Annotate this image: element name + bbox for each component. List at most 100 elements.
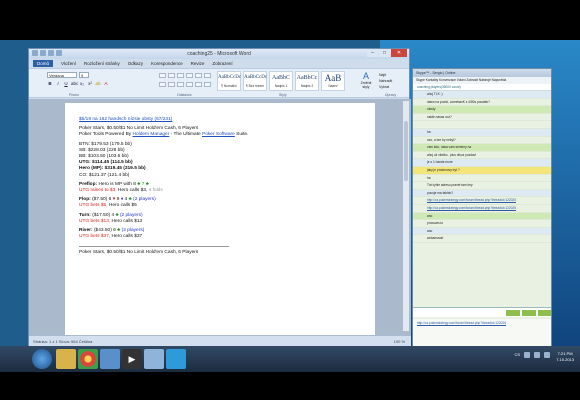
change-styles-button[interactable]: A Změnit styly [357, 71, 375, 91]
explorer-icon[interactable] [56, 349, 76, 369]
chat-message [413, 121, 551, 129]
stack-line: UTG: $114.45 (114.5 bb) [79, 160, 133, 166]
holdem-manager-link[interactable]: Holdem Manager [133, 132, 170, 137]
skype-taskbar-icon[interactable] [166, 349, 186, 369]
preflop-label: Preflop: [79, 181, 98, 187]
strikethrough-button[interactable]: abc [71, 81, 78, 87]
word-window-title: coaching25 - Microsoft Word [187, 51, 251, 57]
network-icon[interactable] [534, 352, 540, 358]
hand-link[interactable]: $5/19 na 162 handsch nízsie obsty (57/23… [79, 117, 172, 122]
style-heading-1[interactable]: AaBbC Nadpis 1 [269, 71, 293, 91]
numbering-button[interactable] [168, 73, 175, 78]
document-content: $5/19 na 162 handsch nízsie obsty (57/23… [79, 117, 349, 260]
align-left-button[interactable] [159, 82, 166, 87]
stack-line: SB: $228.03 (228 bb) [79, 147, 125, 153]
increase-indent-button[interactable] [195, 73, 202, 78]
tab-file[interactable]: Domů [33, 60, 54, 67]
chrome-icon[interactable] [78, 349, 98, 369]
sort-button[interactable] [204, 73, 211, 78]
close-button[interactable]: ✕ [391, 49, 407, 57]
style-sample: AaBbC [272, 75, 290, 81]
shading-button[interactable] [204, 82, 211, 87]
vertical-scrollbar[interactable] [403, 101, 409, 331]
select-button[interactable]: Vybrat [379, 84, 392, 90]
ribbon-tabs: Domů Vložení Rozložení stránky Odkazy Ko… [29, 59, 409, 68]
chat-message: wokamaost [413, 235, 551, 243]
word-taskbar-icon[interactable] [100, 349, 120, 369]
hand-intro: Poker Stars, $0.50/$1 No Limit Hold'em C… [79, 126, 199, 132]
minimize-button[interactable]: – [367, 49, 378, 57]
volume-icon[interactable] [544, 352, 550, 358]
poker-software-link[interactable]: Poker Software [202, 132, 235, 137]
stack-line: CO: $121.37 (121.4 bb) [79, 172, 130, 178]
tab-mailings[interactable]: Korespondence [151, 61, 183, 66]
bold-button[interactable]: B [47, 81, 53, 87]
highlight-button[interactable]: ab [95, 81, 101, 87]
chat-message: ha [413, 128, 551, 137]
chat-message: ahoj TLK :) [413, 91, 551, 99]
align-right-button[interactable] [177, 82, 184, 87]
preflop-text: Hero is MP with 8 [97, 181, 138, 187]
turn-call: Hero calls $13 [111, 218, 143, 224]
justify-button[interactable] [186, 82, 193, 87]
tab-review[interactable]: Revize [191, 61, 205, 66]
tab-view[interactable]: Zobrazení [212, 61, 232, 66]
line-spacing-button[interactable] [195, 82, 202, 87]
tray-icon[interactable] [524, 352, 530, 358]
flop-block: Flop: ($7.50) 6 ♥ 9 ♦ 4 ♣ (2 players) UT… [79, 197, 156, 209]
bullets-button[interactable] [159, 73, 166, 78]
chat-message: catde nasas voz? [413, 114, 551, 122]
superscript-button[interactable]: x² [87, 81, 93, 87]
start-button[interactable] [32, 349, 52, 369]
system-tray: CS [514, 352, 550, 358]
align-center-button[interactable] [168, 82, 175, 87]
maximize-button[interactable]: □ [379, 49, 390, 57]
font-name-select[interactable]: Verdana [47, 72, 77, 78]
skype-menubar[interactable]: Skype Kontakty Konverzace Volání Zobrazi… [413, 77, 551, 84]
tab-page-layout[interactable]: Rozložení stránky [84, 61, 120, 66]
clock[interactable]: 7:21 PM 7.10.2013 [556, 351, 574, 363]
emoticon-button[interactable] [506, 310, 520, 316]
font-color-button[interactable]: A [103, 81, 109, 87]
tab-insert[interactable]: Vložení [61, 61, 76, 66]
chat-message[interactable]: http://cz.pokerstrategy.com/forum/thread… [413, 205, 551, 213]
scrollbar-thumb[interactable] [404, 121, 408, 181]
italic-button[interactable]: I [55, 81, 61, 87]
stack-line: BB: $103.50 (103.5 bb) [79, 154, 129, 160]
lang-indicator[interactable]: CS [514, 352, 520, 358]
subscript-button[interactable]: x₂ [79, 81, 85, 87]
media-player-icon[interactable]: ▶ [122, 349, 142, 369]
word-titlebar[interactable]: coaching25 - Microsoft Word – □ ✕ [29, 49, 409, 59]
style-normal[interactable]: AaBbCcDc ¶ Normální [217, 71, 241, 91]
turn-label: Turn: [79, 212, 91, 218]
underline-button[interactable]: U [63, 81, 69, 87]
tools-text-pre: Poker Tools Powered By [79, 132, 133, 138]
chat-input-bar[interactable] [413, 307, 551, 317]
desktop: coaching25 - Microsoft Word – □ ✕ Domů V… [0, 40, 580, 372]
separator-line [79, 246, 229, 248]
style-title[interactable]: AaB Název [321, 71, 345, 91]
send-file-button[interactable] [522, 310, 536, 316]
change-styles-icon: A [362, 71, 369, 81]
decrease-indent-button[interactable] [186, 73, 193, 78]
multilevel-list-button[interactable] [177, 73, 184, 78]
status-info: Stránka: 1 z 1 Slova: 564 Čeština [33, 339, 93, 344]
taskbar: ▶ CS 7:21 PM 7.10.2013 [0, 346, 580, 372]
club-suit-icon: ♣ [115, 212, 119, 218]
chat-message: procuam-tz [413, 220, 551, 228]
font-size-select[interactable]: 9 [79, 72, 89, 78]
skype-window: Skype™ - Sergio | Online Skype Kontakty … [412, 68, 552, 354]
flop-label: Flop: [79, 197, 91, 203]
flop-pot: ($7.50) 6 [90, 197, 113, 203]
chat-message[interactable]: http://cz.pokerstrategy.com/forum/thread… [413, 197, 551, 205]
chat-message: je o 1 hande more [413, 159, 551, 167]
chat-input[interactable] [413, 308, 505, 317]
window-icon[interactable] [144, 349, 164, 369]
tab-references[interactable]: Odkazy [128, 61, 143, 66]
style-heading-2[interactable]: AaBbCc Nadpis 2 [295, 71, 319, 91]
style-no-spacing[interactable]: AaBbCcDc ¶ Bez mezer [243, 71, 267, 91]
send-button[interactable] [538, 310, 551, 316]
skype-titlebar[interactable]: Skype™ - Sergio | Online [413, 69, 551, 77]
tools-text-mid: - The Ultimate [169, 132, 203, 138]
document-page[interactable]: $5/19 na 162 handsch nízsie obsty (57/23… [65, 103, 375, 337]
